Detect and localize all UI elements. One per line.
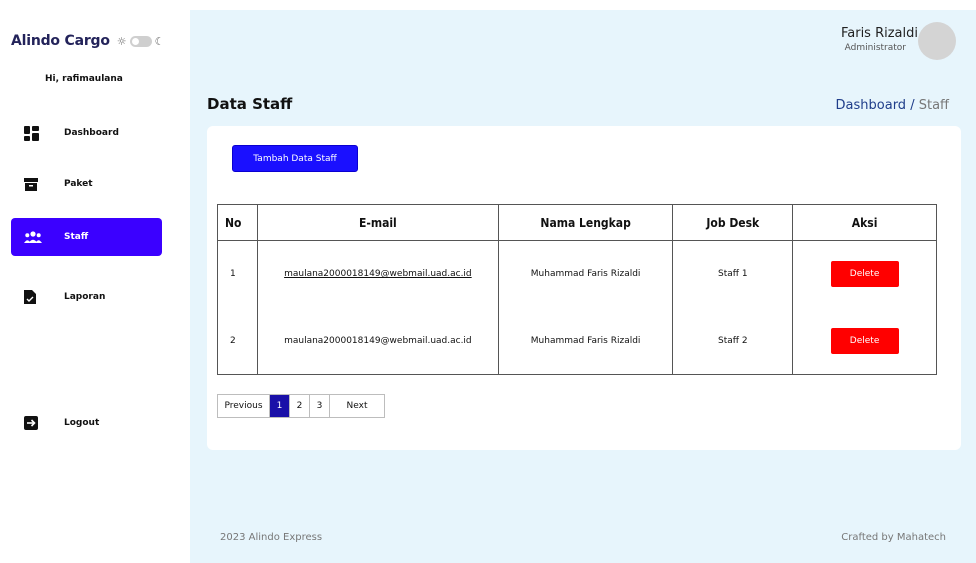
pagination-page-2[interactable]: 2 bbox=[290, 395, 310, 417]
cell-name: Muhammad Faris Rizaldi bbox=[497, 240, 674, 308]
footer-credit: Crafted by Mahatech bbox=[841, 532, 946, 543]
sidebar-item-label: Staff bbox=[64, 232, 89, 242]
email-link[interactable]: maulana2000018149@webmail.uad.ac.id bbox=[284, 269, 472, 279]
sidebar-item-label: Paket bbox=[64, 179, 93, 189]
delete-button[interactable]: Delete bbox=[830, 261, 899, 288]
sun-icon: ☼ bbox=[116, 34, 127, 48]
pagination: Previous 1 2 3 Next bbox=[217, 394, 385, 418]
sidebar-item-logout[interactable]: Logout bbox=[11, 404, 162, 442]
footer-copyright: 2023 Alindo Express bbox=[220, 532, 323, 543]
sidebar-item-laporan[interactable]: Laporan bbox=[11, 278, 162, 316]
breadcrumb: Dashboard / Staff bbox=[836, 98, 949, 113]
pagination-next[interactable]: Next bbox=[330, 395, 384, 417]
sidebar-item-label: Dashboard bbox=[64, 128, 119, 138]
avatar[interactable] bbox=[918, 22, 956, 60]
cell-email: maulana2000018149@webmail.uad.ac.id bbox=[256, 307, 499, 375]
column-header-email: E-mail bbox=[256, 204, 499, 241]
theme-switcher[interactable]: ☼ ☾ bbox=[117, 35, 165, 48]
main-content: Faris Rizaldi Administrator Data Staff D… bbox=[190, 10, 976, 563]
moon-icon: ☾ bbox=[154, 34, 165, 48]
page-title: Data Staff bbox=[207, 95, 293, 113]
brand-title: Alindo Cargo bbox=[11, 33, 110, 49]
staff-table: No E-mail Nama Lengkap Job Desk Aksi 1 m… bbox=[217, 204, 937, 375]
user-role: Administrator bbox=[844, 43, 906, 53]
pagination-page-3[interactable]: 3 bbox=[310, 395, 330, 417]
column-header-no: No bbox=[217, 204, 258, 241]
pagination-previous[interactable]: Previous bbox=[218, 395, 270, 417]
delete-button[interactable]: Delete bbox=[830, 327, 899, 354]
column-header-name: Nama Lengkap bbox=[497, 204, 674, 241]
theme-toggle[interactable] bbox=[129, 35, 152, 47]
table-header-row: No E-mail Nama Lengkap Job Desk Aksi bbox=[217, 204, 937, 241]
add-staff-button[interactable]: Tambah Data Staff bbox=[232, 145, 358, 172]
sidebar-item-staff[interactable]: Staff bbox=[11, 218, 162, 256]
cell-job: Staff 2 bbox=[672, 307, 794, 375]
column-header-action: Aksi bbox=[792, 204, 937, 241]
toggle-knob bbox=[131, 37, 139, 45]
box-icon bbox=[11, 177, 50, 191]
breadcrumb-separator: / bbox=[906, 98, 919, 113]
cell-no: 2 bbox=[217, 307, 258, 375]
cell-name: Muhammad Faris Rizaldi bbox=[497, 307, 674, 375]
sidebar-item-paket[interactable]: Paket bbox=[11, 165, 162, 203]
logout-icon bbox=[11, 416, 50, 430]
sidebar-item-label: Laporan bbox=[64, 292, 106, 302]
breadcrumb-dashboard-link[interactable]: Dashboard bbox=[836, 98, 907, 113]
users-icon bbox=[11, 231, 50, 243]
cell-action: Delete bbox=[792, 307, 937, 375]
dashboard-icon bbox=[11, 125, 50, 141]
greeting: Hi, rafimaulana bbox=[45, 74, 123, 84]
brand: Alindo Cargo ☼ ☾ bbox=[11, 33, 165, 49]
sidebar-item-dashboard[interactable]: Dashboard bbox=[11, 114, 162, 152]
cell-action: Delete bbox=[792, 240, 937, 308]
breadcrumb-current: Staff bbox=[918, 98, 949, 113]
sidebar: Alindo Cargo ☼ ☾ Hi, rafimaulana Dashboa… bbox=[0, 0, 190, 563]
table-row: 1 maulana2000018149@webmail.uad.ac.id Mu… bbox=[217, 240, 937, 308]
cell-no: 1 bbox=[217, 240, 258, 308]
staff-card: Tambah Data Staff No E-mail Nama Lengkap… bbox=[207, 126, 961, 450]
table-row: 2 maulana2000018149@webmail.uad.ac.id Mu… bbox=[217, 307, 937, 375]
cell-email: maulana2000018149@webmail.uad.ac.id bbox=[256, 240, 499, 308]
column-header-job: Job Desk bbox=[672, 204, 794, 241]
pagination-page-1[interactable]: 1 bbox=[270, 395, 290, 417]
cell-job: Staff 1 bbox=[672, 240, 794, 308]
user-name: Faris Rizaldi bbox=[840, 26, 918, 41]
sidebar-item-label: Logout bbox=[64, 418, 100, 428]
document-icon bbox=[11, 290, 50, 304]
